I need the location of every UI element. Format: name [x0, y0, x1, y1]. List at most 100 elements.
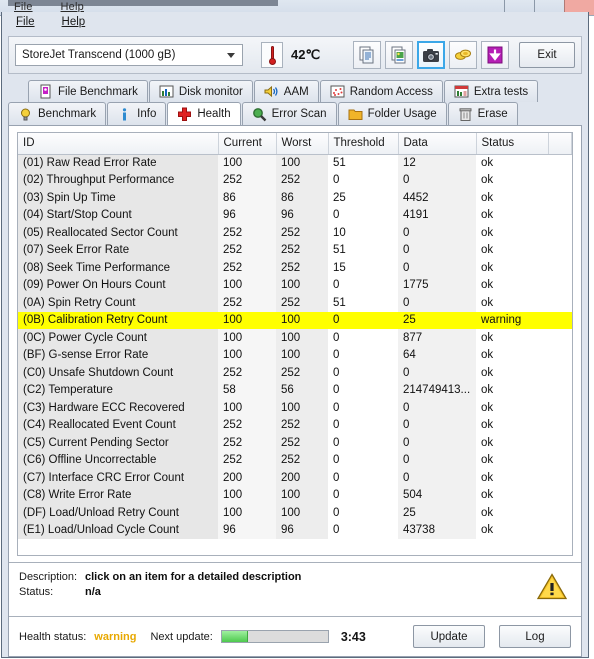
column-header-current[interactable]: Current — [218, 133, 277, 155]
tab-erase[interactable]: Erase — [447, 102, 518, 125]
cell-current: 58 — [218, 381, 276, 399]
tab-aam[interactable]: AAM — [253, 80, 319, 102]
column-header-data[interactable]: Data — [398, 133, 477, 155]
cell-id: (C6) Offline Uncorrectable — [18, 451, 218, 469]
smart-attributes-table-container[interactable]: ID Current Worst Threshold Data Status (… — [17, 132, 573, 556]
table-row[interactable]: (C6) Offline Uncorrectable 252 252 0 0 ok — [18, 451, 572, 469]
menu-help[interactable]: Help — [62, 16, 86, 28]
table-row[interactable]: (0A) Spin Retry Count 252 252 51 0 ok — [18, 294, 572, 312]
error-scan-magnifier-icon — [252, 107, 267, 122]
cell-current: 100 — [218, 276, 276, 294]
cell-status: ok — [476, 294, 548, 312]
table-row[interactable]: (09) Power On Hours Count 100 100 0 1775 ok — [18, 276, 572, 294]
tab-folder-usage[interactable]: Folder Usage — [337, 102, 447, 125]
cell-threshold: 0 — [328, 206, 398, 224]
health-cross-icon — [177, 107, 192, 122]
update-button[interactable]: Update — [413, 625, 485, 648]
table-row[interactable]: (05) Reallocated Sector Count 252 252 10 0 ok — [18, 224, 572, 242]
tab-extra-tests[interactable]: Extra tests — [443, 80, 539, 102]
health-panel: ID Current Worst Threshold Data Status (… — [8, 125, 582, 657]
table-row[interactable]: (BF) G-sense Error Rate 100 100 0 64 ok — [18, 346, 572, 364]
tab-info[interactable]: Info — [107, 102, 167, 125]
benchmark-bulb-icon — [18, 107, 33, 122]
aam-speaker-icon — [264, 84, 279, 99]
copy-image-icon[interactable] — [385, 41, 413, 69]
cell-id: (01) Raw Read Error Rate — [18, 154, 218, 172]
cell-current: 252 — [218, 171, 276, 189]
table-row[interactable]: (C4) Reallocated Event Count 252 252 0 0 ok — [18, 416, 572, 434]
cell-status: ok — [476, 504, 548, 522]
cell-status: ok — [476, 259, 548, 277]
table-row[interactable]: (0B) Calibration Retry Count 100 100 0 25 war… — [18, 311, 572, 329]
random-access-icon — [330, 84, 345, 99]
table-row[interactable]: (C7) Interface CRC Error Count 200 200 0 0 ok — [18, 469, 572, 487]
screenshot-camera-icon[interactable] — [417, 41, 445, 69]
column-header-status[interactable]: Status — [476, 133, 549, 155]
table-row[interactable]: (04) Start/Stop Count 96 96 0 4191 ok — [18, 206, 572, 224]
column-header-worst[interactable]: Worst — [276, 133, 329, 155]
next-update-progress-bar — [220, 630, 329, 643]
cell-spacer — [548, 381, 572, 399]
table-row[interactable]: (02) Throughput Performance 252 252 0 0 ok — [18, 171, 572, 189]
cell-threshold: 0 — [328, 276, 398, 294]
exit-button[interactable]: Exit — [519, 42, 575, 68]
table-row[interactable]: (03) Spin Up Time 86 86 25 4452 ok — [18, 189, 572, 207]
cell-spacer — [548, 206, 572, 224]
cell-current: 252 — [218, 434, 276, 452]
table-header-row: ID Current Worst Threshold Data Status — [18, 133, 572, 155]
download-arrow-icon[interactable] — [481, 41, 509, 69]
tab-label: Folder Usage — [367, 108, 437, 120]
tab-health[interactable]: Health — [167, 102, 241, 125]
log-button[interactable]: Log — [499, 625, 571, 648]
cell-threshold: 0 — [328, 416, 398, 434]
cell-data: 0 — [398, 469, 476, 487]
column-header-threshold[interactable]: Threshold — [328, 133, 399, 155]
cell-worst: 100 — [276, 329, 328, 347]
menu-file[interactable]: File — [16, 16, 35, 28]
table-row[interactable]: (C2) Temperature 58 56 0 214749413... ok — [18, 381, 572, 399]
table-row[interactable]: (0C) Power Cycle Count 100 100 0 877 ok — [18, 329, 572, 347]
tab-bar: File Benchmark Disk monitor AAM Random A… — [8, 80, 582, 125]
table-row[interactable]: (C0) Unsafe Shutdown Count 252 252 0 0 ok — [18, 364, 572, 382]
tab-disk-monitor[interactable]: Disk monitor — [148, 80, 253, 102]
table-row[interactable]: (DF) Load/Unload Retry Count 100 100 0 25 ok — [18, 504, 572, 522]
copy-text-icon[interactable] — [353, 41, 381, 69]
health-status-label: Health status: — [19, 630, 87, 643]
tab-random-access[interactable]: Random Access — [319, 80, 443, 102]
cell-threshold: 0 — [328, 364, 398, 382]
cell-threshold: 51 — [328, 294, 398, 312]
cell-threshold: 0 — [328, 329, 398, 347]
tab-label: Benchmark — [38, 108, 97, 120]
cell-status: ok — [476, 171, 548, 189]
cell-data: 43738 — [398, 521, 476, 539]
tab-file-benchmark[interactable]: File Benchmark — [28, 80, 148, 102]
cell-current: 200 — [218, 469, 276, 487]
cell-threshold: 0 — [328, 399, 398, 417]
cell-worst: 252 — [276, 416, 328, 434]
table-row[interactable]: (C5) Current Pending Sector 252 252 0 0 ok — [18, 434, 572, 452]
column-header-id[interactable]: ID — [18, 133, 219, 155]
table-row[interactable]: (01) Raw Read Error Rate 100 100 51 12 ok — [18, 154, 572, 172]
cell-status: ok — [476, 416, 548, 434]
table-row[interactable]: (C8) Write Error Rate 100 100 0 504 ok — [18, 486, 572, 504]
table-row[interactable]: (07) Seek Error Rate 252 252 51 0 ok — [18, 241, 572, 259]
cell-threshold: 0 — [328, 486, 398, 504]
cell-status: ok — [476, 434, 548, 452]
table-row[interactable]: (C3) Hardware ECC Recovered 100 100 0 0 ok — [18, 399, 572, 417]
cell-current: 96 — [218, 521, 276, 539]
extra-tests-icon — [454, 84, 469, 99]
cell-status: ok — [476, 276, 548, 294]
cell-threshold: 0 — [328, 381, 398, 399]
cell-threshold: 10 — [328, 224, 398, 242]
folder-usage-icon — [348, 107, 363, 122]
table-row[interactable]: (08) Seek Time Performance 252 252 15 0 ok — [18, 259, 572, 277]
table-row[interactable]: (E1) Load/Unload Cycle Count 96 96 0 43738 ok — [18, 521, 572, 539]
coins-icon[interactable] — [449, 41, 477, 69]
drive-select[interactable]: StoreJet Transcend (1000 gB) — [15, 44, 243, 66]
cell-status: ok — [476, 346, 548, 364]
tab-benchmark[interactable]: Benchmark — [8, 102, 107, 125]
cell-status: ok — [476, 486, 548, 504]
cell-worst: 96 — [276, 521, 328, 539]
tab-error-scan[interactable]: Error Scan — [241, 102, 337, 125]
cell-id: (C2) Temperature — [18, 381, 218, 399]
